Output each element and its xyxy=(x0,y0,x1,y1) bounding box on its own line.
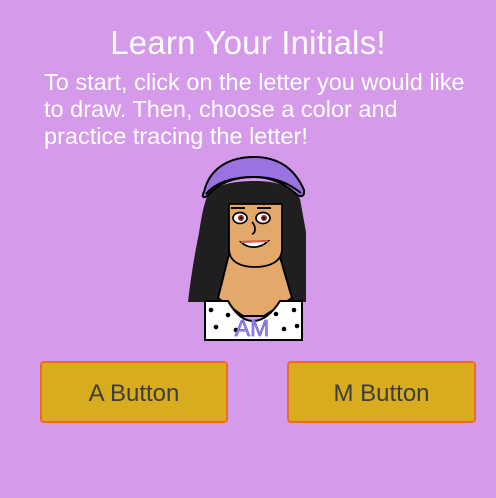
app-screen: Learn Your Initials! To start, click on … xyxy=(0,0,496,498)
avatar-illustration: AM xyxy=(188,155,306,341)
avatar-character: AM xyxy=(180,150,324,346)
m-button[interactable]: M Button xyxy=(287,361,476,423)
a-button[interactable]: A Button xyxy=(40,361,228,423)
avatar-shirt-initials: AM xyxy=(235,315,270,341)
page-title: Learn Your Initials! xyxy=(110,24,386,61)
instructions-text: To start, click on the letter you would … xyxy=(44,69,465,149)
